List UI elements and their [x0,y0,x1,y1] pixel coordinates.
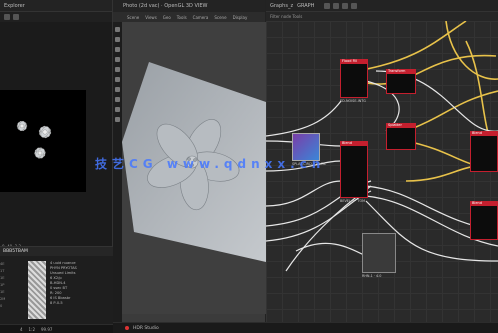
3d-view-toolbar [113,22,122,322]
graph-tool-icon[interactable] [342,2,349,9]
texture-2d-preview[interactable] [0,90,86,192]
node-body [386,128,416,150]
menu-item[interactable]: Scene [127,15,139,20]
tool-icon[interactable] [115,27,120,32]
material-thumbnail[interactable] [28,261,46,319]
record-icon [125,326,129,330]
status-item: 4 [20,326,23,332]
property-list: 4 uuid nuance PHYN PRYOTAS Unsued Limits… [50,261,110,306]
tool-icon[interactable] [115,87,120,92]
tool-icon[interactable] [115,97,120,102]
tool-icon[interactable] [115,57,120,62]
tool-icon[interactable] [115,37,120,42]
menu-item[interactable]: Views [145,15,157,20]
node-label: BEVEL-2 · TOM [340,199,366,203]
explorer-toolbar [0,12,112,22]
tool-icon[interactable] [115,117,120,122]
explorer-statusbar: 4 1:2 99.97 [0,324,113,333]
graph-node[interactable]: Flood Fill ED-NOISE-INTG [340,59,368,103]
3d-view-titlebar: Photo (2d vac) · OpenGL 3D VIEW [113,0,265,12]
graph-statusbar [266,322,498,333]
node-body [386,74,416,94]
menu-item[interactable]: Display [233,15,248,20]
gutter-item: 1E [0,276,5,280]
watermark-text: 技艺CG www.qdnxx.cn [95,157,326,171]
tool-icon[interactable] [115,67,120,72]
graph-titlebar: Graphs_z GRAPH [266,0,498,12]
node-label: ED-NOISE-INTG [340,99,366,103]
tool-icon[interactable] [115,107,120,112]
graph-node[interactable]: Transform [386,69,416,94]
flower-thumbnail-icon [16,120,52,159]
tool-icon[interactable] [115,47,120,52]
environment-label[interactable]: HDR Studio [133,326,159,331]
3d-view-statusbar: HDR Studio [113,322,266,333]
graph-tool-icon[interactable] [351,2,358,9]
graph-tool-icon[interactable] [333,2,340,9]
explorer-title: Explorer [4,2,25,9]
graph-path: Filter node Tools [270,14,303,19]
gutter-item: 1E [0,290,5,294]
graph-node[interactable]: Blend [470,201,498,240]
status-item: 99.97 [40,326,53,332]
graph-node-output[interactable]: RHN-1 · 4.0 [362,233,396,278]
graph-node[interactable]: Blend BEVEL-2 · TOM [340,141,368,203]
graph-title-right: GRAPH [297,2,315,9]
gutter-item: 0 [0,304,3,308]
node-body [340,64,368,98]
3d-view-title: Photo (2d vac) · OpenGL 3D VIEW [123,3,208,9]
graph-node[interactable]: Splatter [386,123,416,150]
node-label: RHN-1 · 4.0 [362,274,382,278]
graph-pathbar: Filter node Tools [266,12,498,21]
node-body [340,146,368,198]
node-body [362,233,396,273]
grid-icon[interactable] [4,14,10,20]
menu-item[interactable]: Camera [193,15,209,20]
3d-view-menubar: Scene Views Geo Tools Camera Scene Displ… [113,12,265,22]
gutter-item: 1T [0,269,5,273]
graph-title: Graphs_z [270,2,294,9]
explorer-titlebar: Explorer [0,0,112,12]
graph-tool-icon[interactable] [324,2,331,9]
left-gutter: 4E 1T 1E 1P 1E 2M 0 [0,262,22,311]
graph-node[interactable]: Blend [470,131,498,172]
edit-icon[interactable] [13,14,19,20]
menu-item[interactable]: Geo [163,15,171,20]
properties-header: BBB5TBAM [0,247,113,256]
gutter-item: 2M [0,297,6,301]
gutter-item: 4E [0,262,5,266]
node-body [470,206,498,240]
gutter-item: 1P [0,283,5,287]
app-window: Explorer BBB5TBAM 4 uuid nuance PHYN PRY… [0,0,498,333]
tool-icon[interactable] [115,77,120,82]
status-item: 1:2 [28,326,35,332]
properties-title: BBB5TBAM [3,249,28,254]
menu-item[interactable]: Tools [177,15,187,20]
property-row[interactable]: 8 P-0-5 [50,301,110,306]
menu-item[interactable]: Scene [214,15,226,20]
node-body [470,136,498,172]
